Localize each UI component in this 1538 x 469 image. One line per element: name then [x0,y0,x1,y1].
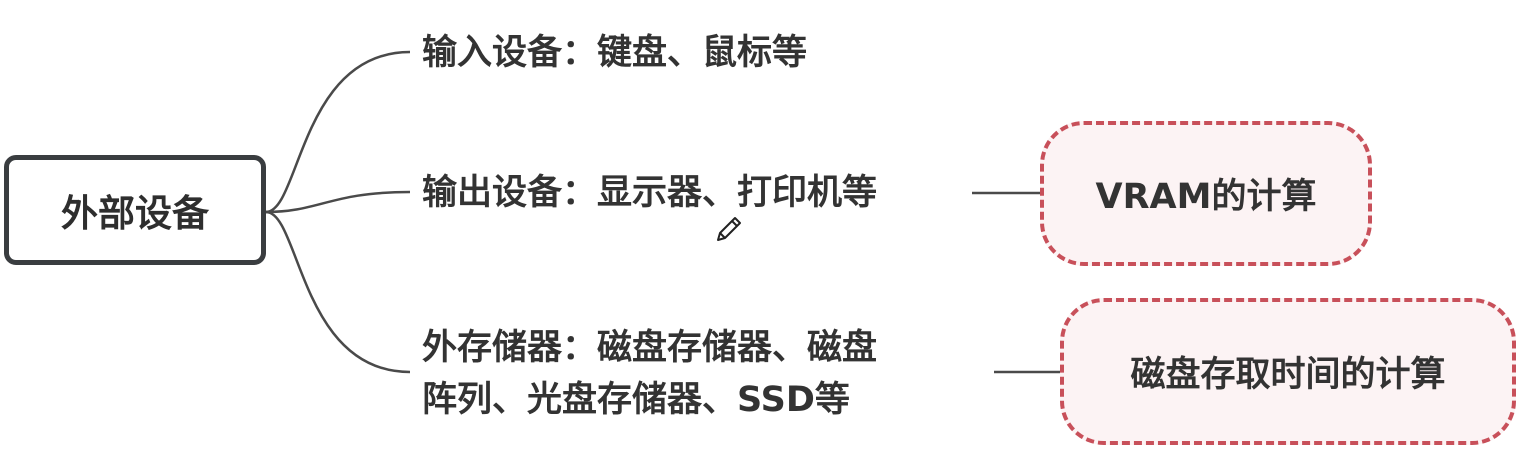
pencil-icon [717,217,741,241]
branch-external-storage[interactable]: 外存储器：磁盘存储器、磁盘 阵列、光盘存储器、SSD等 [422,322,982,426]
connector-root-to-storage [265,210,411,374]
connector-root-to-input [265,50,411,214]
connector-root-to-output [265,190,411,214]
note-vram-calculation[interactable]: VRAM的计算 [1040,121,1372,266]
branch-input-devices[interactable]: 输入设备：键盘、鼠标等 [422,28,807,78]
branch-storage-label-line2: 阵列、光盘存储器、SSD等 [422,380,850,420]
branch-input-label: 输入设备：键盘、鼠标等 [422,33,808,73]
note-disk-access-time[interactable]: 磁盘存取时间的计算 [1060,298,1516,445]
branch-storage-label-line1: 外存储器：磁盘存储器、磁盘 [422,328,878,368]
note-disk-label: 磁盘存取时间的计算 [1130,355,1446,395]
root-node-external-devices[interactable]: 外部设备 [4,155,266,265]
root-node-label: 外部设备 [61,192,209,235]
branch-output-label: 输出设备：显示器、打印机等 [422,173,878,213]
note-vram-label: VRAM的计算 [1095,177,1317,217]
branch-output-devices[interactable]: 输出设备：显示器、打印机等 [422,168,877,218]
